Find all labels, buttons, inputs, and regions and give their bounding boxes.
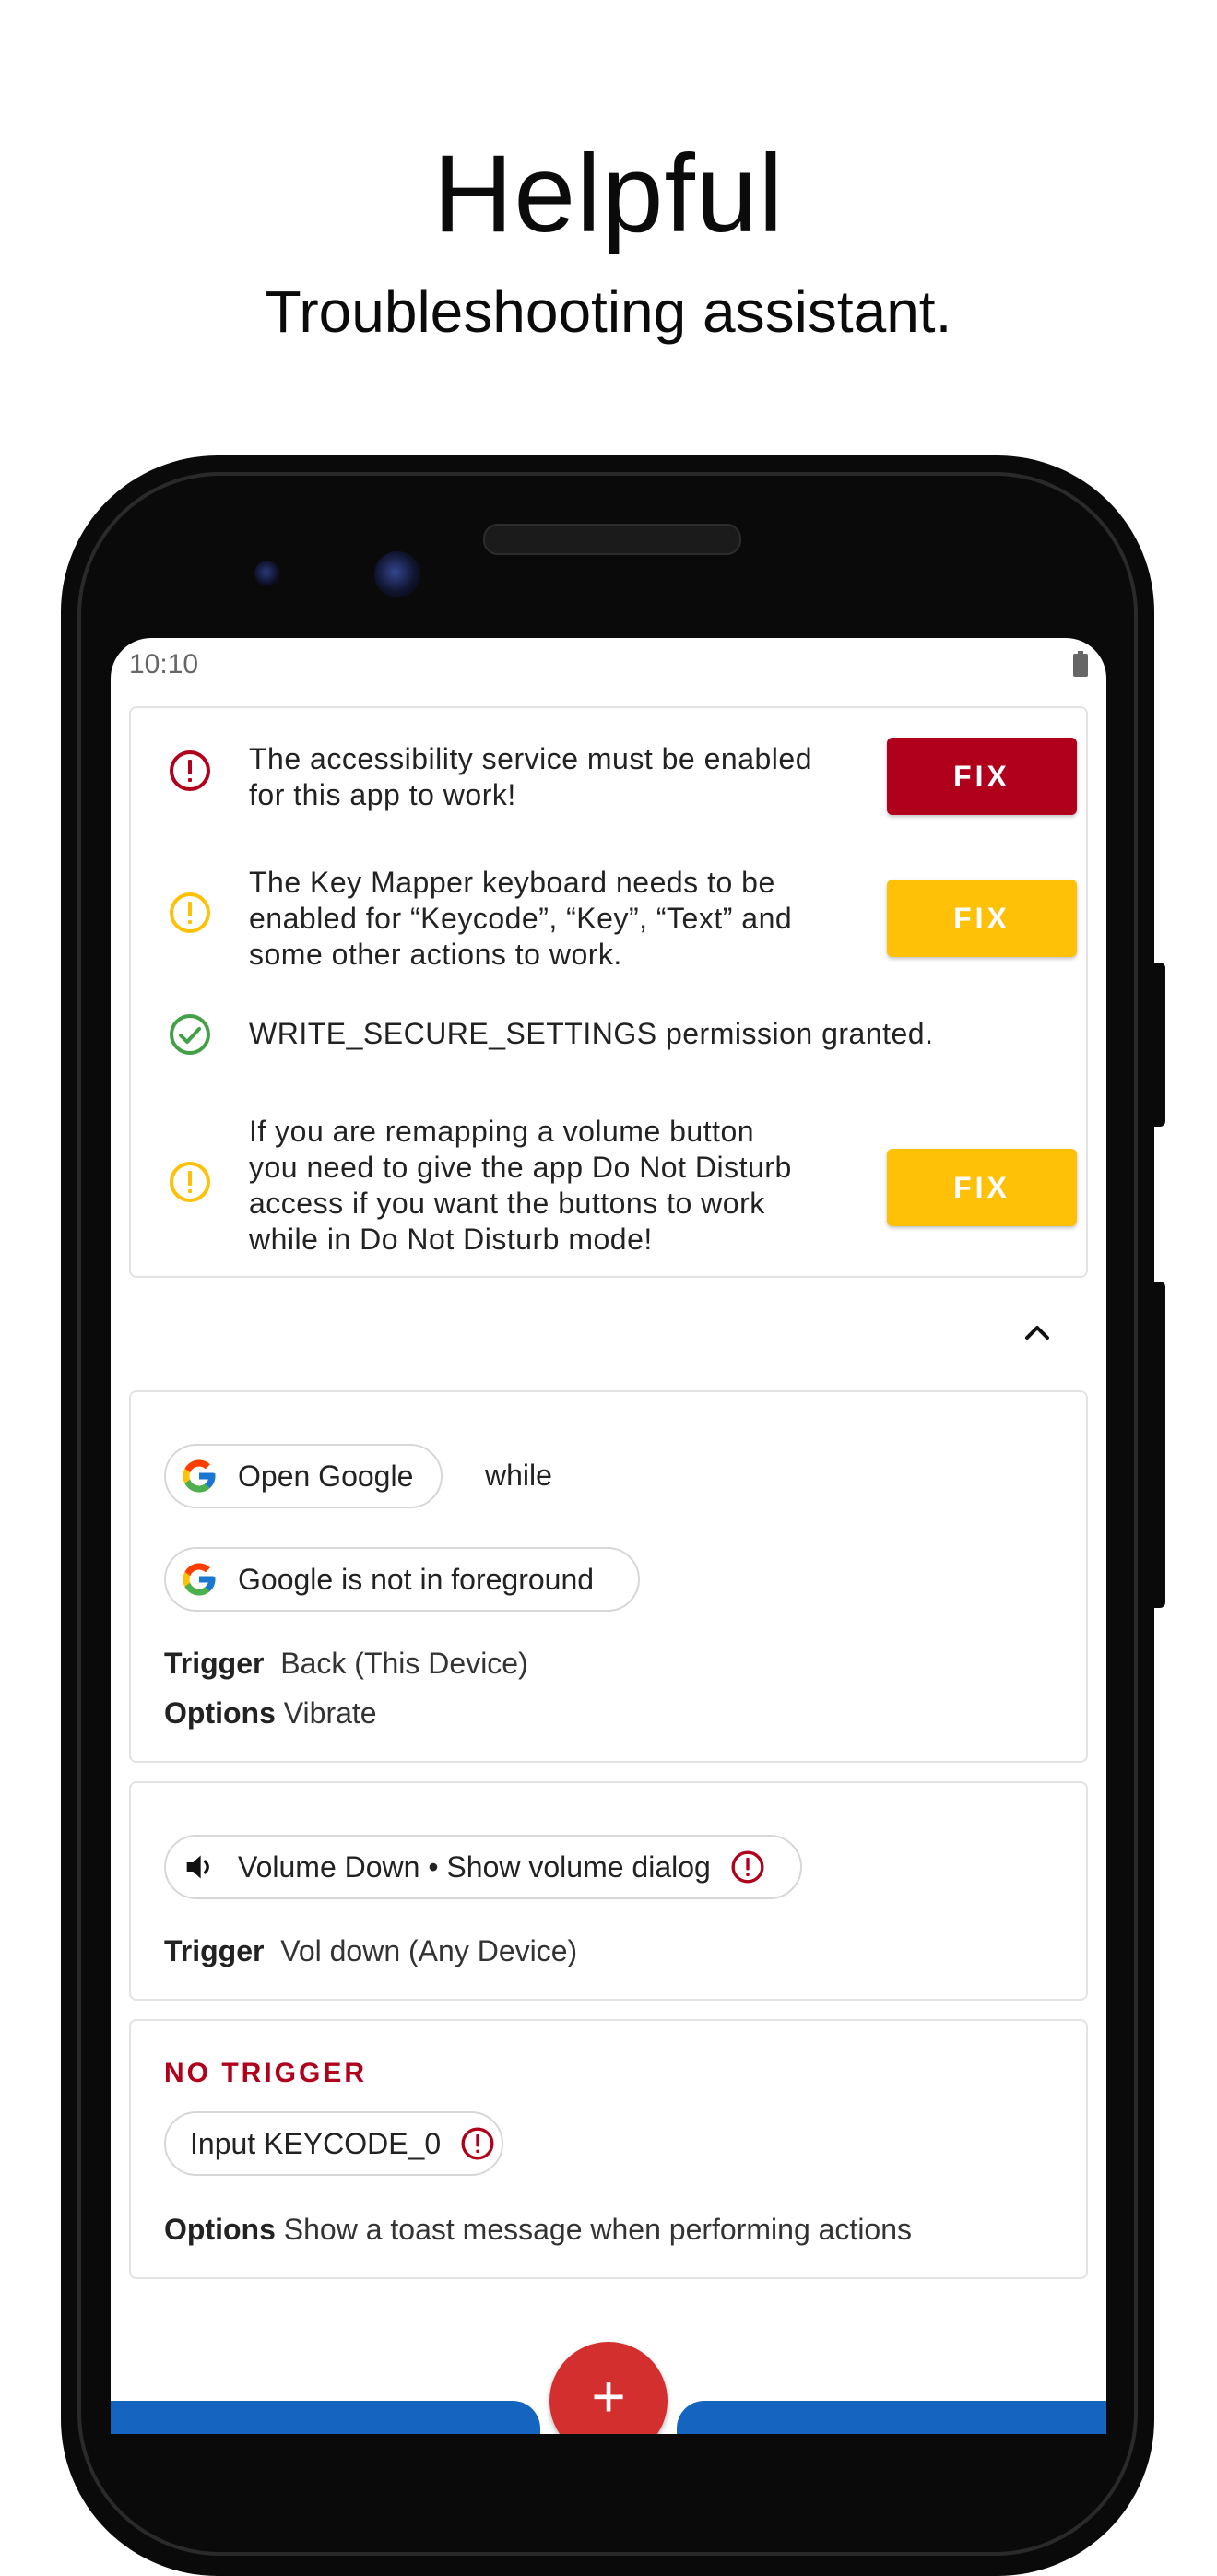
troubleshooting-card: The accessibility service must be enable… bbox=[129, 706, 1088, 1278]
checklist-text-accessibility: The accessibility service must be enable… bbox=[249, 742, 812, 811]
trigger-row: Trigger Vol down (Any Device) bbox=[164, 1934, 578, 1967]
trigger-row: Trigger Back (This Device) bbox=[164, 1647, 528, 1680]
fix-accessibility-button[interactable]: FIX bbox=[887, 738, 1077, 815]
checklist-text-keyboard: The Key Mapper keyboard needs to be enab… bbox=[249, 866, 793, 971]
hero-title: Helpful bbox=[432, 132, 785, 255]
check-circle-icon bbox=[170, 1014, 210, 1055]
google-icon bbox=[179, 1456, 219, 1496]
error-circle-icon bbox=[731, 1850, 764, 1884]
action-chip[interactable]: Open Google bbox=[164, 1444, 443, 1508]
status-time: 10:10 bbox=[129, 649, 199, 679]
options-row: Options Show a toast message when perfor… bbox=[164, 2213, 913, 2246]
action-chip[interactable]: Input KEYCODE_0 bbox=[164, 2111, 503, 2176]
action-chip[interactable]: Volume Down • Show volume dialog bbox=[164, 1835, 802, 1899]
keymap-card[interactable]: Open Google while Google is not in foreg… bbox=[129, 1390, 1088, 1763]
front-camera-icon bbox=[374, 551, 420, 597]
no-trigger-label: NO TRIGGER bbox=[164, 2058, 368, 2088]
checklist-text-dnd: If you are remapping a volume button you… bbox=[249, 1115, 792, 1256]
volume-down-icon bbox=[179, 1847, 219, 1887]
phone-speaker bbox=[483, 524, 741, 555]
keymap-card[interactable]: Volume Down • Show volume dialog Trigger… bbox=[129, 1781, 1088, 2001]
bottom-app-bar bbox=[677, 2401, 1106, 2434]
phone-screen: 10:10 The accessibility service must be … bbox=[111, 638, 1106, 2434]
fix-keyboard-button[interactable]: FIX bbox=[887, 880, 1077, 957]
battery-icon bbox=[1073, 651, 1088, 677]
warning-circle-icon bbox=[170, 1162, 210, 1202]
hero-subtitle: Troubleshooting assistant. bbox=[265, 278, 952, 345]
front-sensor-icon bbox=[254, 561, 280, 586]
add-keymap-button[interactable]: + bbox=[549, 2342, 668, 2434]
power-button bbox=[1152, 963, 1165, 1127]
checklist-text-permission: WRITE_SECURE_SETTINGS permission granted… bbox=[249, 1017, 934, 1050]
bottom-app-bar bbox=[111, 2401, 540, 2434]
fix-dnd-button[interactable]: FIX bbox=[887, 1149, 1077, 1226]
constraint-connector: while bbox=[485, 1459, 552, 1492]
volume-rocker bbox=[1152, 1282, 1165, 1608]
error-circle-icon bbox=[461, 2127, 494, 2160]
options-row: Options Vibrate bbox=[164, 1696, 377, 1730]
google-icon bbox=[179, 1559, 219, 1600]
chevron-up-icon[interactable] bbox=[1014, 1309, 1060, 1355]
warning-circle-icon bbox=[170, 892, 210, 933]
error-circle-icon bbox=[170, 750, 210, 791]
constraint-chip[interactable]: Google is not in foreground bbox=[164, 1547, 640, 1612]
keymap-card[interactable]: NO TRIGGER Input KEYCODE_0 Options Show … bbox=[129, 2019, 1088, 2279]
